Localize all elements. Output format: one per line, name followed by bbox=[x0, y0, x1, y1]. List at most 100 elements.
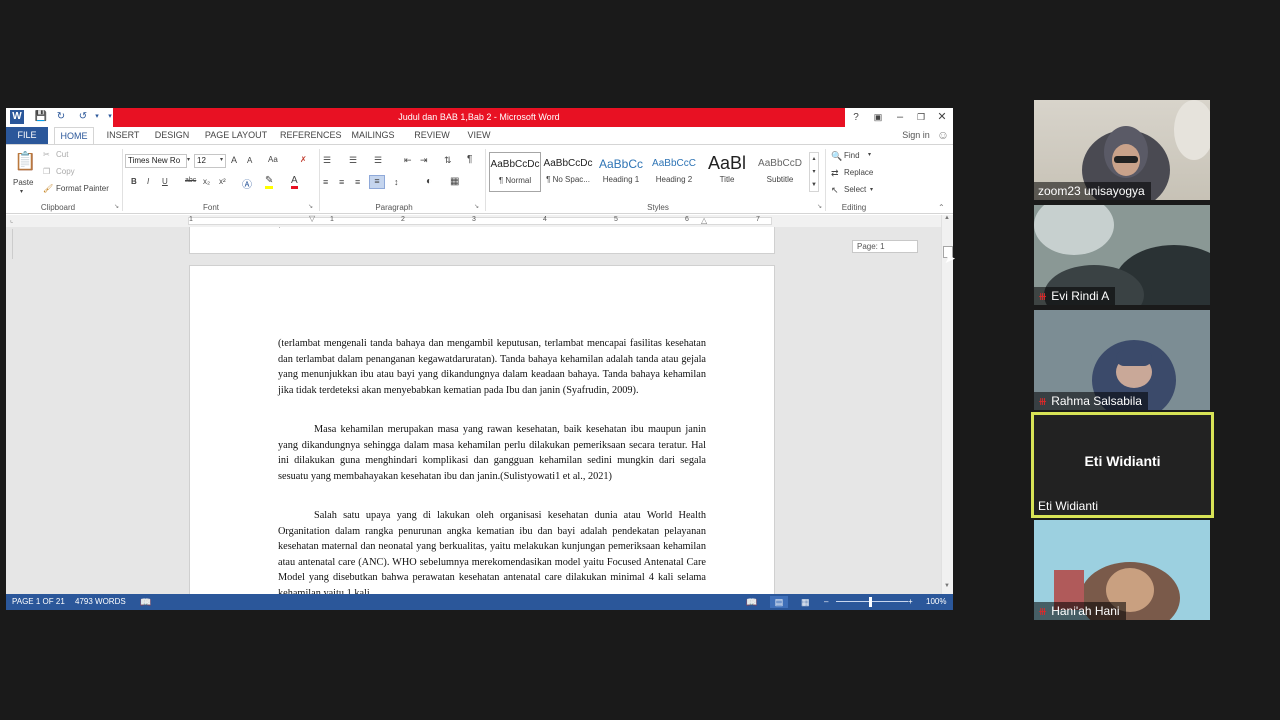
zoom-level[interactable]: 100% bbox=[926, 594, 946, 610]
participant-tile[interactable]: ⧻ Evi Rindi A bbox=[1034, 205, 1210, 305]
participant-tile[interactable]: ⧻ Rahma Salsabila bbox=[1034, 310, 1210, 410]
clear-formatting-icon[interactable]: ✗ bbox=[300, 155, 307, 164]
undo-dropdown-icon[interactable]: ▾ bbox=[90, 110, 104, 124]
style-heading-2[interactable]: AaBbCcC Heading 2 bbox=[648, 152, 700, 192]
zoom-out-icon[interactable]: – bbox=[824, 594, 828, 610]
tab-view[interactable]: VIEW bbox=[464, 127, 494, 144]
bold-button[interactable]: B bbox=[131, 177, 137, 186]
decrease-indent-icon[interactable]: ⇤ bbox=[404, 155, 412, 166]
multilevel-list-icon[interactable]: ☰ bbox=[374, 155, 382, 166]
subscript-button[interactable]: x₂ bbox=[203, 177, 210, 186]
proofing-icon[interactable]: 📖 bbox=[140, 594, 151, 610]
tab-design[interactable]: DESIGN bbox=[152, 127, 192, 144]
tab-insert[interactable]: INSERT bbox=[104, 127, 142, 144]
account-icon[interactable]: ☺ bbox=[935, 127, 951, 144]
align-center-icon[interactable]: ≡ bbox=[339, 177, 344, 187]
undo-icon[interactable]: ↺ bbox=[76, 110, 90, 124]
bullets-icon[interactable]: ☰ bbox=[323, 155, 331, 166]
page-count[interactable]: PAGE 1 OF 21 bbox=[12, 594, 65, 610]
participant-tile[interactable]: zoom23 unisayogya bbox=[1034, 100, 1210, 200]
sort-icon[interactable]: ⇅ bbox=[444, 155, 452, 166]
close-button[interactable]: ✕ bbox=[931, 108, 953, 127]
tab-file[interactable]: FILE bbox=[6, 127, 48, 144]
word-app-icon[interactable]: W bbox=[10, 110, 24, 124]
shading-icon[interactable]: ◐ bbox=[426, 176, 432, 187]
styles-gallery-scroll[interactable]: ▴ ▾ ▼ bbox=[809, 152, 819, 192]
zoom-in-icon[interactable]: + bbox=[908, 594, 913, 610]
paragraph-3[interactable]: Salah satu upaya yang di lakukan oleh or… bbox=[278, 508, 706, 594]
participant-tile[interactable]: ⧻ Hani'ah Hani bbox=[1034, 520, 1210, 620]
font-color-icon[interactable]: A bbox=[291, 176, 298, 189]
style-normal[interactable]: AaBbCcDc ¶ Normal bbox=[489, 152, 541, 192]
font-size-dropdown-icon[interactable]: ▾ bbox=[220, 156, 223, 163]
numbering-icon[interactable]: ☰ bbox=[349, 155, 357, 166]
italic-button[interactable]: I bbox=[147, 177, 149, 186]
grow-font-button[interactable]: A bbox=[231, 155, 237, 165]
tab-review[interactable]: REVIEW bbox=[410, 127, 454, 144]
read-mode-icon[interactable]: 📖 bbox=[746, 594, 757, 610]
highlight-icon[interactable]: ✎ bbox=[265, 176, 274, 189]
paragraph-2[interactable]: Masa kehamilan merupakan masa yang rawan… bbox=[278, 422, 706, 484]
replace-button[interactable]: Replace bbox=[844, 168, 873, 177]
tab-home[interactable]: HOME bbox=[54, 127, 94, 144]
text-effects-icon[interactable]: Ⓐ bbox=[242, 176, 252, 191]
right-indent-marker[interactable]: △ bbox=[701, 216, 707, 225]
redo-icon[interactable]: ↻ bbox=[54, 110, 68, 124]
cut-icon[interactable]: ✂ bbox=[43, 150, 50, 159]
vertical-scrollbar[interactable]: ▲ ▼ bbox=[941, 215, 953, 594]
web-layout-icon[interactable]: ▦ bbox=[801, 594, 810, 610]
first-line-indent-marker[interactable]: ▽ bbox=[309, 214, 315, 223]
sign-in-link[interactable]: Sign in bbox=[896, 127, 936, 144]
select-icon[interactable]: ↖ bbox=[831, 185, 839, 196]
horizontal-ruler[interactable]: 1 1 2 3 4 5 6 7 ▽ △ bbox=[188, 214, 772, 225]
increase-indent-icon[interactable]: ⇥ bbox=[420, 155, 428, 166]
tab-references[interactable]: REFERENCES bbox=[280, 127, 342, 144]
font-family-select[interactable]: Times New Ro bbox=[125, 154, 187, 168]
select-button[interactable]: Select bbox=[844, 185, 866, 194]
line-spacing-icon[interactable]: ↕ bbox=[394, 177, 399, 187]
superscript-button[interactable]: x² bbox=[219, 177, 226, 186]
styles-launcher-icon[interactable]: ↘ bbox=[817, 203, 822, 210]
collapse-ribbon-icon[interactable]: ⌃ bbox=[938, 203, 945, 212]
strikethrough-button[interactable]: abc bbox=[185, 177, 196, 184]
paste-button[interactable]: Paste bbox=[13, 178, 33, 187]
paste-dropdown-icon[interactable]: ▾ bbox=[20, 188, 23, 195]
style-subtitle[interactable]: AaBbCcD Subtitle bbox=[754, 152, 806, 192]
style-title[interactable]: AaBl Title bbox=[701, 152, 753, 192]
select-dropdown-icon[interactable]: ▾ bbox=[870, 186, 873, 193]
find-button[interactable]: Find bbox=[844, 151, 860, 160]
align-right-icon[interactable]: ≡ bbox=[355, 177, 360, 187]
restore-button[interactable]: ❐ bbox=[910, 108, 932, 127]
replace-icon[interactable]: ⇄ bbox=[831, 168, 839, 179]
tab-mailings[interactable]: MAILINGS bbox=[348, 127, 398, 144]
borders-icon[interactable]: ▦ bbox=[450, 176, 459, 187]
paragraph-1[interactable]: (terlambat mengenali tanda bahaya dan me… bbox=[278, 336, 706, 398]
shrink-font-button[interactable]: A bbox=[247, 156, 252, 165]
save-icon[interactable]: 💾 bbox=[34, 110, 48, 124]
zoom-slider-track[interactable] bbox=[836, 601, 908, 602]
format-painter-icon[interactable]: 🖌 bbox=[43, 184, 53, 193]
underline-button[interactable]: U bbox=[162, 177, 168, 186]
print-layout-icon[interactable]: ▤ bbox=[770, 596, 788, 608]
scroll-down-icon[interactable]: ▼ bbox=[944, 583, 950, 589]
zoom-slider-thumb[interactable] bbox=[869, 597, 872, 607]
justify-icon[interactable]: ≡ bbox=[369, 175, 385, 189]
ribbon-display-options-icon[interactable]: ▣ bbox=[867, 108, 889, 127]
active-speaker-tile[interactable]: Eti Widianti Eti Widianti bbox=[1031, 412, 1214, 518]
style-no-spacing[interactable]: AaBbCcDc ¶ No Spac... bbox=[542, 152, 594, 192]
copy-button[interactable]: Copy bbox=[56, 167, 75, 176]
paste-icon[interactable]: 📋 bbox=[14, 150, 36, 172]
tab-page-layout[interactable]: PAGE LAYOUT bbox=[202, 127, 270, 144]
find-icon[interactable]: 🔍 bbox=[831, 151, 842, 162]
scroll-up-icon[interactable]: ▲ bbox=[944, 215, 950, 221]
style-heading-1[interactable]: AaBbCc Heading 1 bbox=[595, 152, 647, 192]
clipboard-launcher-icon[interactable]: ↘ bbox=[114, 203, 119, 210]
paragraph-launcher-icon[interactable]: ↘ bbox=[474, 203, 479, 210]
cut-button[interactable]: Cut bbox=[56, 150, 68, 159]
help-button[interactable]: ? bbox=[845, 108, 867, 127]
align-left-icon[interactable]: ≡ bbox=[323, 177, 328, 187]
word-count[interactable]: 4793 WORDS bbox=[75, 594, 126, 610]
tab-selector-icon[interactable]: ⌞ bbox=[10, 216, 13, 224]
minimize-button[interactable]: – bbox=[889, 108, 911, 127]
format-painter-button[interactable]: Format Painter bbox=[56, 184, 109, 193]
